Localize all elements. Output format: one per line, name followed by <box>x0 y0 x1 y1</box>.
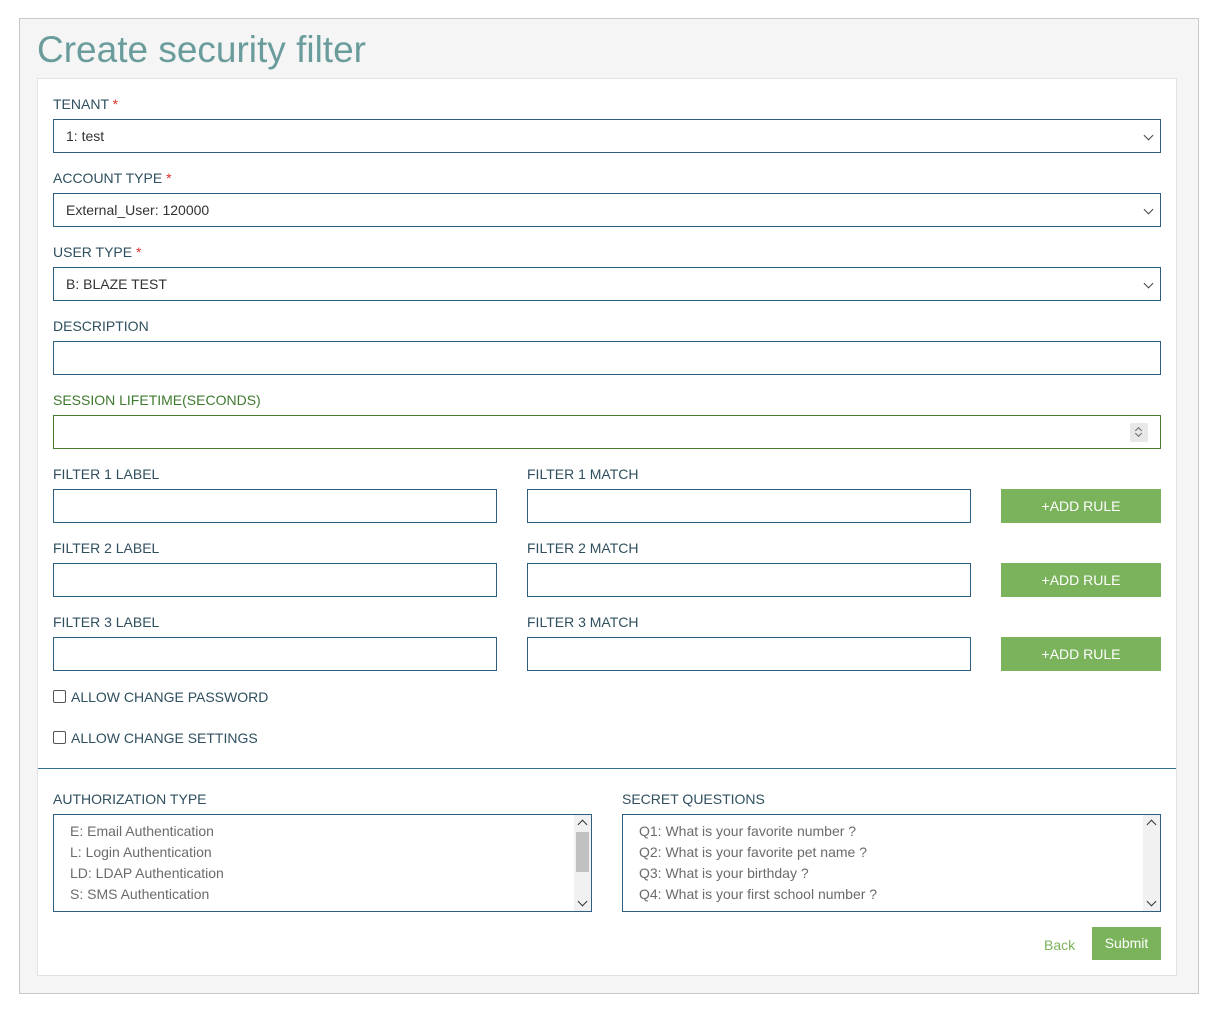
chevron-up-icon[interactable] <box>1146 819 1157 830</box>
chevron-up-icon[interactable] <box>577 819 588 830</box>
chevron-down-icon <box>1143 130 1154 141</box>
secret-question-option[interactable]: Q3: What is your birthday ? <box>639 864 809 882</box>
filter-1-match-input[interactable] <box>527 489 971 523</box>
allow-change-password-checkbox[interactable] <box>53 690 66 703</box>
filter-1-match-title: FILTER 1 MATCH <box>527 466 639 482</box>
back-link[interactable]: Back <box>1044 936 1075 954</box>
secret-question-option[interactable]: Q2: What is your favorite pet name ? <box>639 843 867 861</box>
user-type-select-value: B: BLAZE TEST <box>66 276 167 292</box>
scrollbar-thumb[interactable] <box>576 832 589 872</box>
filter-1-label-input[interactable] <box>53 489 497 523</box>
authorization-type-listbox[interactable]: E: Email Authentication L: Login Authent… <box>53 814 592 912</box>
account-type-label: ACCOUNT TYPE * <box>53 169 172 187</box>
authorization-type-option[interactable]: S: SMS Authentication <box>70 885 209 903</box>
chevron-down-icon <box>1143 278 1154 289</box>
account-type-select-value: External_User: 120000 <box>66 202 210 218</box>
filter-1-label-title: FILTER 1 LABEL <box>53 466 160 482</box>
form-card: TENANT * 1: test ACCOUNT TYPE * External… <box>37 78 1177 976</box>
description-label: DESCRIPTION <box>53 318 149 334</box>
allow-change-settings-checkbox[interactable] <box>53 731 66 744</box>
required-mark: * <box>166 170 172 186</box>
authorization-type-label: AUTHORIZATION TYPE <box>53 791 207 807</box>
secret-questions-listbox[interactable]: Q1: What is your favorite number ? Q2: W… <box>622 814 1161 912</box>
tenant-label: TENANT * <box>53 95 118 113</box>
tenant-select[interactable]: 1: test <box>53 119 1161 153</box>
filter-3-match-title: FILTER 3 MATCH <box>527 614 639 630</box>
filter-2-label-input[interactable] <box>53 563 497 597</box>
scrollbar[interactable] <box>574 815 591 911</box>
tenant-select-value: 1: test <box>66 128 105 144</box>
session-lifetime-input[interactable] <box>53 415 1161 449</box>
filter-2-match-title: FILTER 2 MATCH <box>527 540 639 556</box>
secret-questions-label: SECRET QUESTIONS <box>622 791 765 807</box>
account-type-label-text: ACCOUNT TYPE <box>53 170 163 186</box>
authorization-type-option[interactable]: L: Login Authentication <box>70 843 212 861</box>
submit-button[interactable]: Submit <box>1092 927 1161 960</box>
required-mark: * <box>112 96 119 112</box>
secret-question-option[interactable]: Q1: What is your favorite number ? <box>639 822 856 840</box>
section-divider <box>38 768 1176 769</box>
chevron-down-icon[interactable] <box>1146 896 1157 907</box>
filter-3-add-rule-button[interactable]: +ADD RULE <box>1001 637 1161 671</box>
authorization-type-option[interactable]: E: Email Authentication <box>70 822 214 840</box>
required-mark: * <box>136 244 142 260</box>
filter-3-match-input[interactable] <box>527 637 971 671</box>
filter-3-label-input[interactable] <box>53 637 497 671</box>
user-type-label-text: USER TYPE <box>53 244 133 260</box>
allow-change-password-row[interactable]: ALLOW CHANGE PASSWORD <box>53 688 313 706</box>
filter-1-add-rule-button[interactable]: +ADD RULE <box>1001 489 1161 523</box>
page-container: Create security filter TENANT * 1: test … <box>19 18 1199 994</box>
page-title: Create security filter <box>37 29 366 70</box>
scrollbar[interactable] <box>1143 815 1160 911</box>
allow-change-settings-label: ALLOW CHANGE SETTINGS <box>71 730 258 746</box>
tenant-label-text: TENANT <box>53 96 109 112</box>
filter-2-label-title: FILTER 2 LABEL <box>53 540 160 556</box>
allow-change-password-label: ALLOW CHANGE PASSWORD <box>71 689 269 705</box>
chevron-down-icon <box>1143 204 1154 215</box>
secret-question-option[interactable]: Q4: What is your first school number ? <box>639 885 877 903</box>
allow-change-settings-row[interactable]: ALLOW CHANGE SETTINGS <box>53 729 313 747</box>
user-type-label: USER TYPE * <box>53 243 141 261</box>
number-spinner-icon[interactable] <box>1130 423 1148 442</box>
authorization-type-option[interactable]: LD: LDAP Authentication <box>70 864 224 882</box>
account-type-select[interactable]: External_User: 120000 <box>53 193 1161 227</box>
description-input[interactable] <box>53 341 1161 375</box>
filter-2-add-rule-button[interactable]: +ADD RULE <box>1001 563 1161 597</box>
user-type-select[interactable]: B: BLAZE TEST <box>53 267 1161 301</box>
filter-2-match-input[interactable] <box>527 563 971 597</box>
filter-3-label-title: FILTER 3 LABEL <box>53 614 160 630</box>
chevron-down-icon[interactable] <box>577 896 588 907</box>
session-lifetime-label: SESSION LIFETIME(SECONDS) <box>53 392 261 408</box>
